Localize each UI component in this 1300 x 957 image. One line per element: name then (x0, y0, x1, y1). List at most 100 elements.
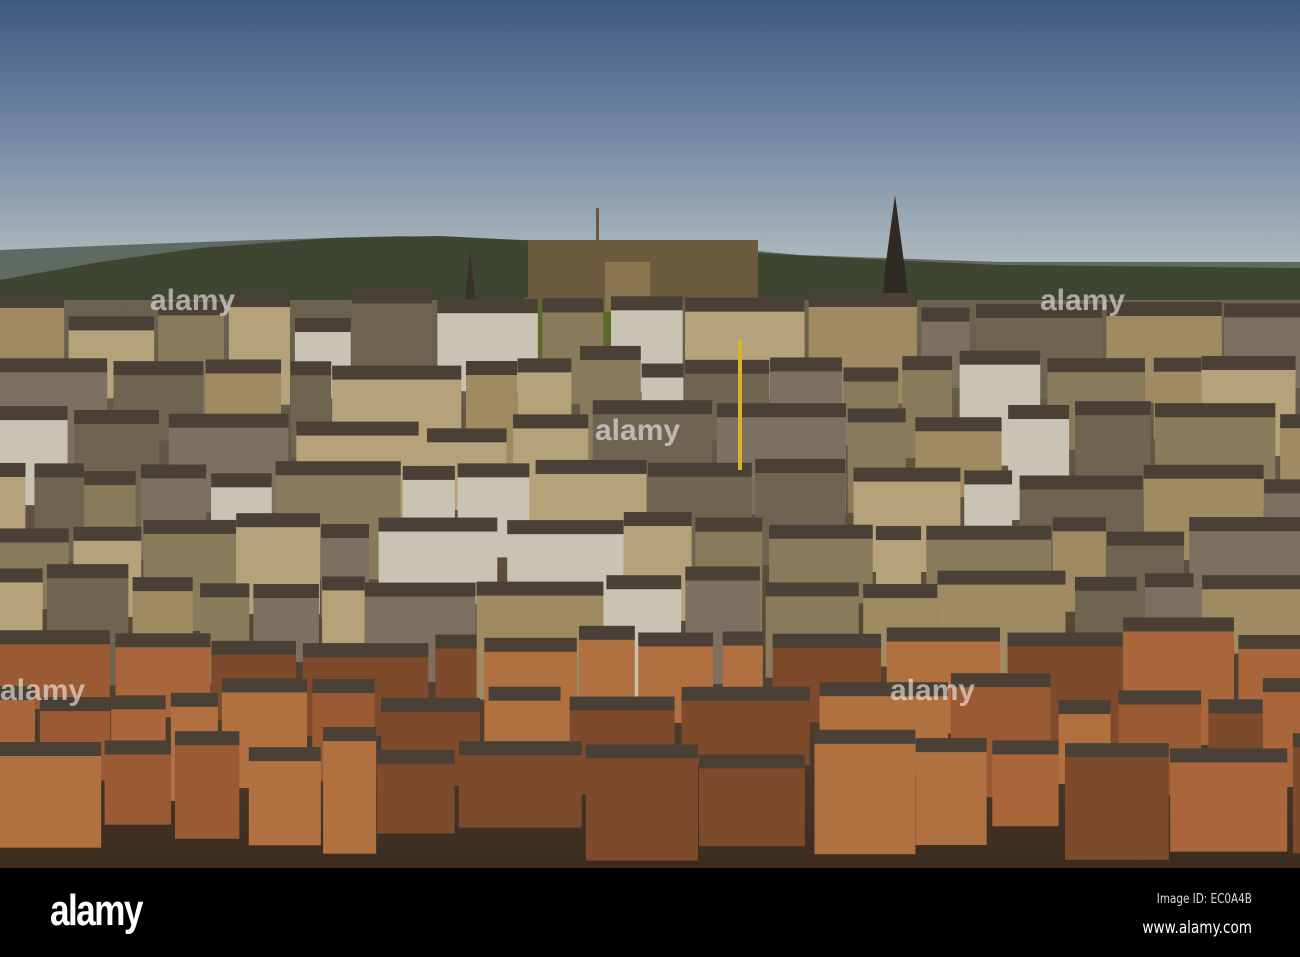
building (248, 755, 321, 846)
roof (465, 361, 518, 376)
roof (992, 740, 1059, 755)
roof (364, 582, 476, 597)
roof (1106, 531, 1185, 546)
roof (111, 695, 166, 710)
roof (1008, 405, 1070, 420)
roof (915, 417, 1002, 432)
svg-text:alamy: alamy (0, 674, 85, 707)
roof (853, 467, 961, 482)
roof (1202, 575, 1300, 590)
roof (843, 367, 899, 382)
roof (611, 296, 683, 311)
roof (248, 747, 321, 762)
roof (695, 517, 763, 532)
roof (847, 408, 906, 423)
roof (0, 568, 43, 583)
roof (902, 356, 953, 371)
roof (115, 633, 211, 648)
roof (937, 570, 1066, 585)
roof (211, 473, 272, 488)
roof (765, 582, 859, 597)
svg-text:alamy: alamy (1040, 284, 1125, 317)
roof (0, 293, 65, 308)
roof (0, 463, 26, 478)
roof (535, 459, 647, 474)
roof (488, 686, 561, 701)
roof (569, 696, 675, 711)
roof (1264, 479, 1300, 494)
roof (200, 583, 250, 598)
roof (141, 464, 207, 479)
roof (641, 363, 684, 378)
roof (1058, 700, 1111, 715)
roof (437, 299, 538, 314)
roof (221, 678, 308, 693)
roof (0, 741, 102, 756)
roof (113, 361, 204, 376)
roof (0, 630, 110, 645)
website-link[interactable]: www.alamy.com (1142, 918, 1252, 938)
roof (1189, 517, 1300, 532)
roof (1224, 303, 1300, 318)
roof (174, 731, 240, 746)
roof (1292, 733, 1300, 748)
roof (1201, 355, 1296, 370)
footer-bar: alamy Image ID: EC0A4B www.alamy.com (0, 868, 1300, 957)
building (323, 735, 377, 854)
roof (579, 625, 635, 640)
roof (253, 584, 319, 599)
roof (476, 581, 604, 596)
roof (808, 292, 917, 307)
roof (716, 403, 846, 418)
roof (623, 512, 692, 527)
roof (68, 316, 155, 331)
roof (926, 525, 1052, 540)
roof (722, 631, 763, 646)
buildings (0, 289, 1300, 861)
roof (684, 359, 770, 374)
roof (168, 413, 289, 428)
roof (1019, 475, 1143, 490)
roof (402, 465, 455, 480)
building (376, 757, 455, 834)
roof (376, 749, 455, 764)
roof (1007, 632, 1123, 647)
roof (681, 686, 810, 701)
roof (170, 692, 218, 707)
roof (143, 519, 237, 534)
roof (1144, 573, 1194, 588)
building (698, 762, 805, 847)
roof (1208, 699, 1263, 714)
roof (648, 462, 752, 477)
roof (863, 584, 938, 599)
building (585, 752, 698, 861)
roof (73, 526, 142, 541)
roof (332, 365, 462, 380)
roof (875, 526, 922, 541)
roof (580, 345, 641, 360)
building (1065, 751, 1169, 860)
roof (296, 421, 419, 436)
roof (294, 318, 351, 333)
roof (312, 679, 375, 694)
roof (772, 633, 882, 648)
roof (964, 470, 1013, 485)
roof (1154, 403, 1276, 418)
roof (592, 400, 713, 415)
roof (1047, 358, 1145, 373)
roof (380, 697, 480, 712)
roof (542, 298, 604, 313)
roof (236, 513, 321, 528)
roof (770, 357, 843, 372)
roof (435, 634, 477, 649)
yellow-crane (738, 340, 742, 470)
roof (0, 406, 68, 421)
roof (378, 517, 498, 532)
roof (1153, 357, 1202, 372)
alamy-logo: alamy (50, 886, 143, 935)
building (104, 748, 171, 825)
roof (1280, 414, 1300, 429)
roof (1170, 748, 1288, 763)
roof (228, 293, 290, 308)
roof (685, 566, 760, 581)
